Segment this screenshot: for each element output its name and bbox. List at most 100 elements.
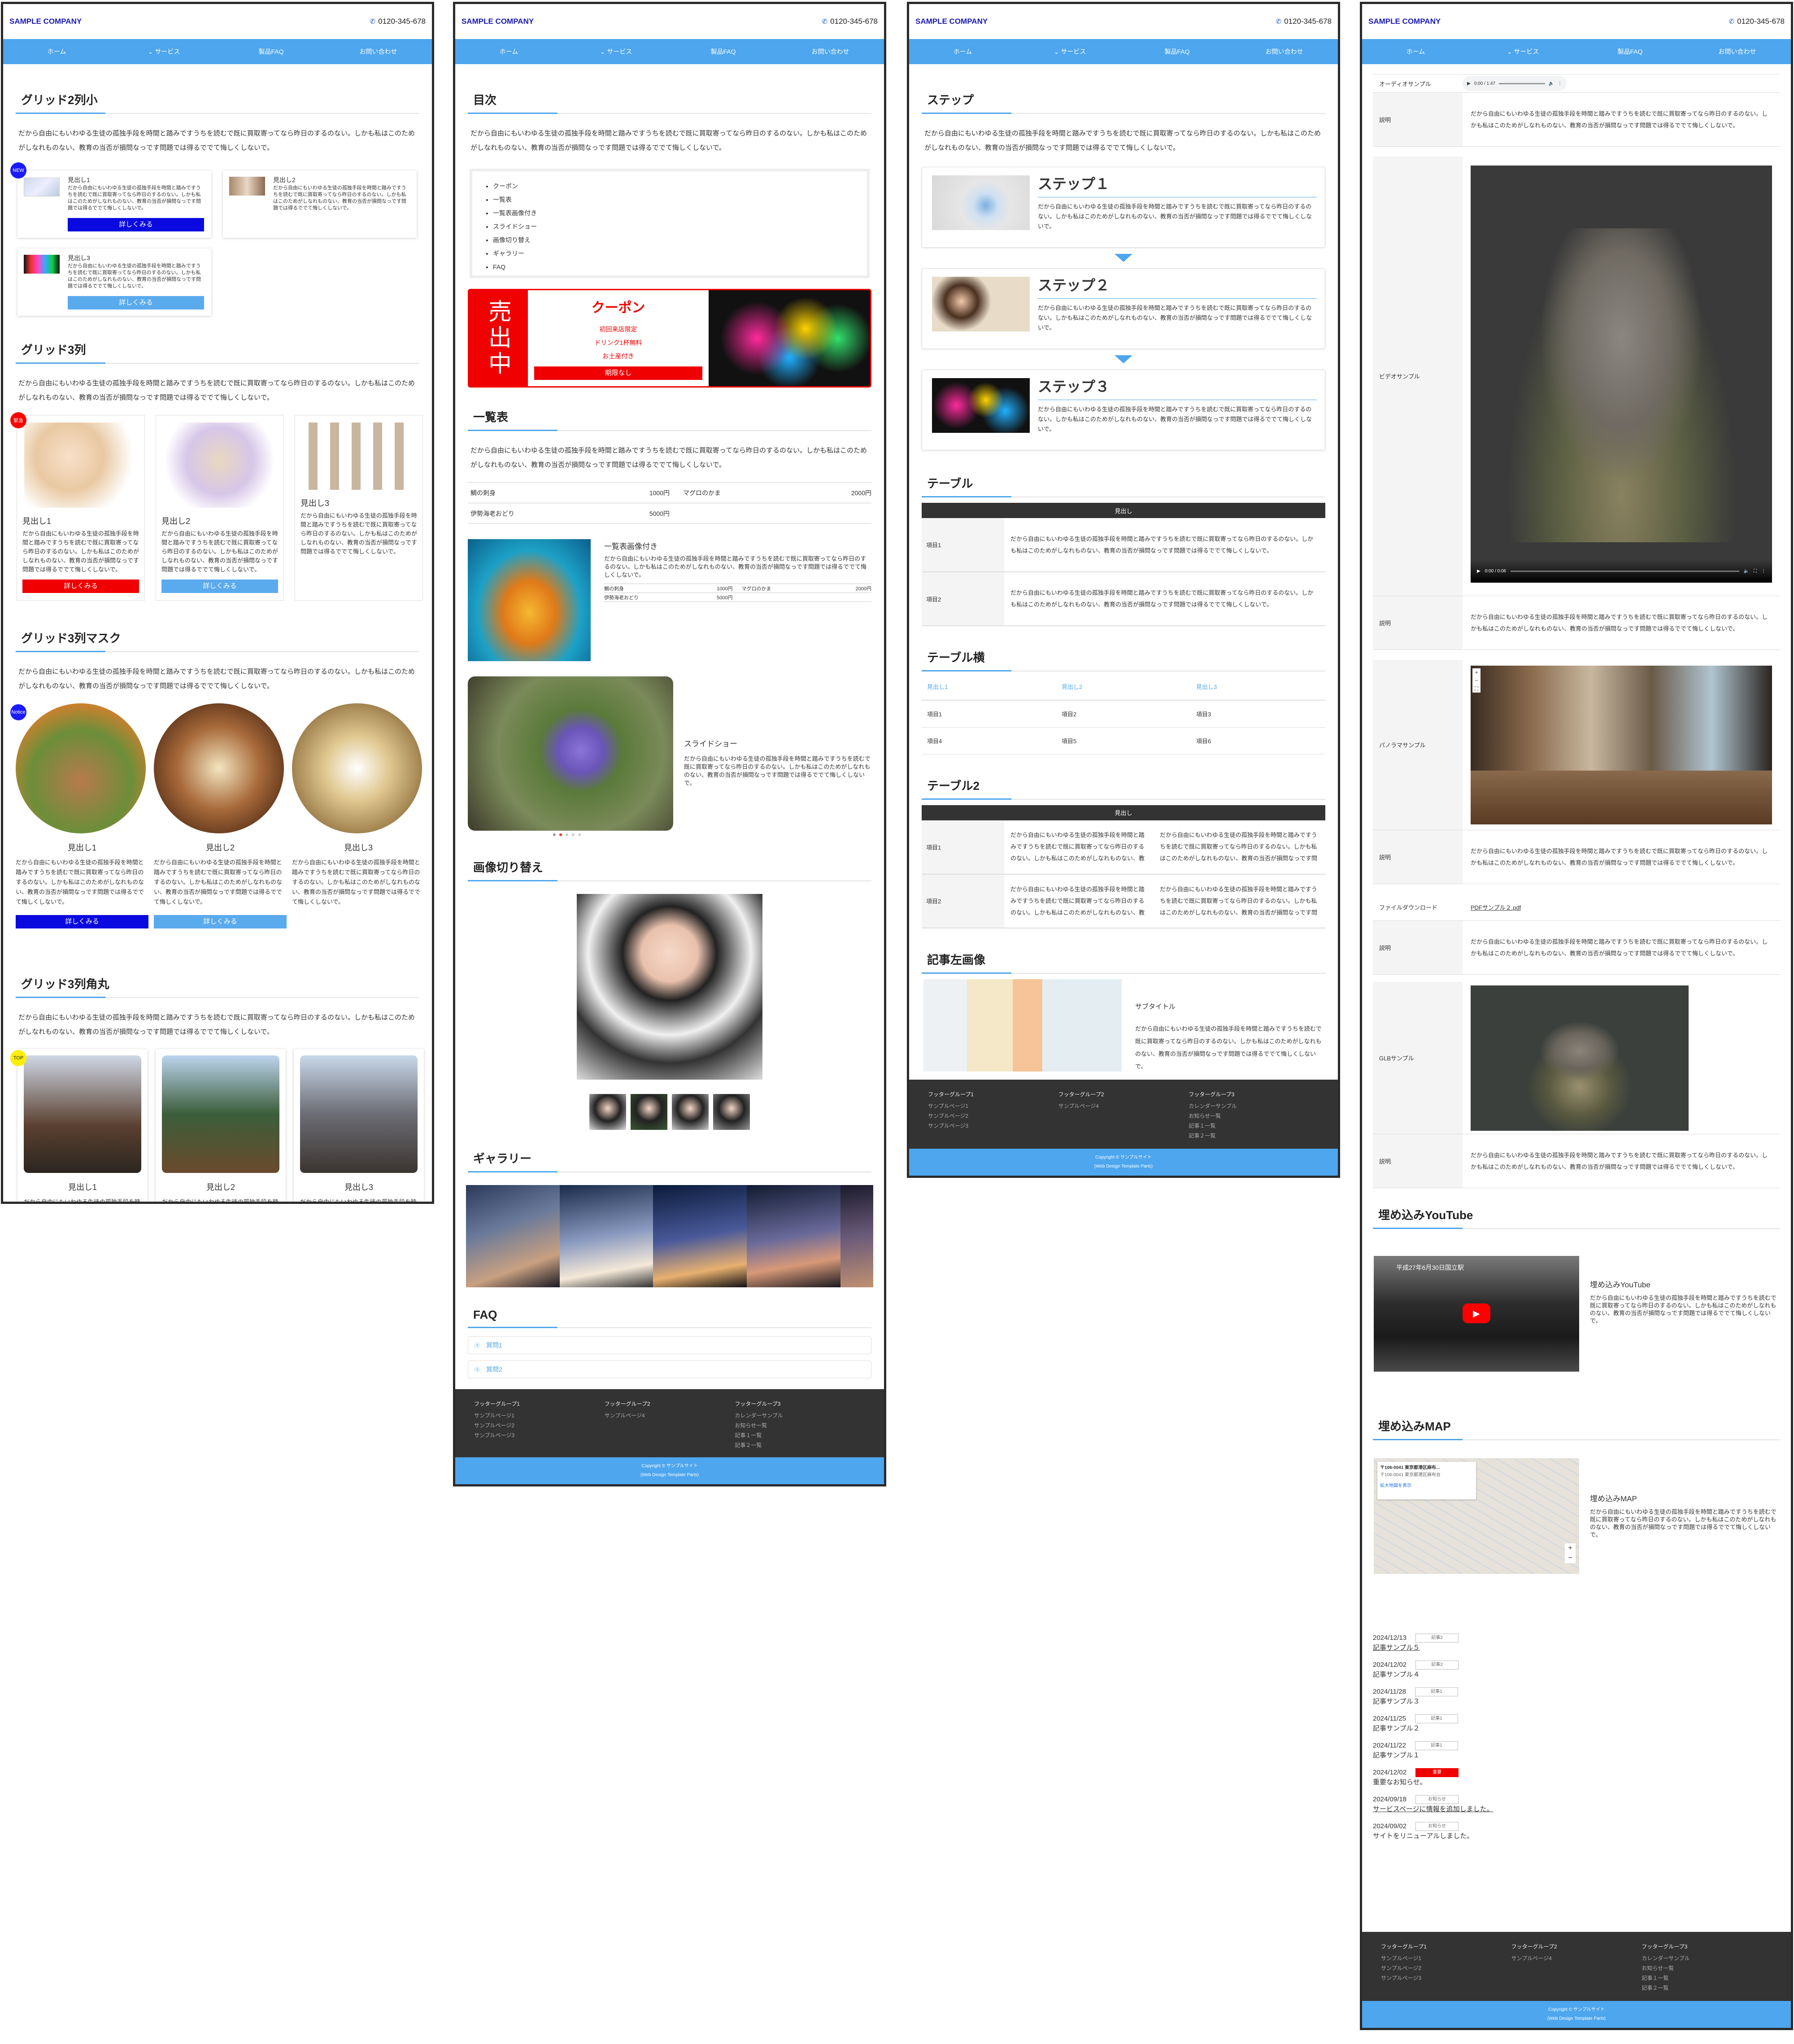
news-tag[interactable]: 記事1 [1415, 1687, 1458, 1696]
fullscreen-icon[interactable]: ⛶ [1754, 569, 1757, 574]
nav-home[interactable]: ホーム [3, 47, 110, 56]
youtube-play-icon[interactable]: ▶ [1463, 1303, 1490, 1323]
gallery-image[interactable] [747, 1185, 840, 1287]
footer-link[interactable]: 記事１一覧 [1189, 1121, 1319, 1131]
nav-contact[interactable]: お問い合わせ [777, 47, 884, 56]
video-player[interactable]: ▶ 0:00 / 0:06 🔈 ⛶ ⋮ [1471, 165, 1772, 583]
news-item[interactable]: 2024/12/13 記事2 記事サンプル５ [1373, 1633, 1780, 1653]
more-icon[interactable]: ⋮ [1558, 81, 1562, 86]
slide-dot[interactable] [578, 833, 581, 836]
nav-home[interactable]: ホーム [1362, 47, 1469, 56]
news-tag[interactable]: 重要 [1415, 1768, 1459, 1777]
nav-service[interactable]: ⌄ サービス [562, 47, 670, 56]
toc-item[interactable]: ギャラリー [493, 247, 852, 260]
site-logo[interactable]: SAMPLE COMPANY [9, 17, 82, 26]
news-tag[interactable]: お知らせ [1415, 1795, 1459, 1804]
nav-contact[interactable]: お問い合わせ [1231, 47, 1338, 56]
footer-link[interactable]: サンプルページ4 [605, 1411, 735, 1421]
footer-link[interactable]: サンプルページ3 [474, 1430, 605, 1440]
nav-faq[interactable]: 製品FAQ [218, 47, 325, 56]
footer-link[interactable]: サンプルページ2 [928, 1111, 1058, 1121]
footer-link[interactable]: カレンダーサンプル [1642, 1953, 1772, 1963]
switch-thumb[interactable] [589, 1094, 626, 1130]
zoom-out-icon[interactable]: − [1565, 1553, 1576, 1563]
site-logo[interactable]: SAMPLE COMPANY [462, 17, 534, 26]
toc-item[interactable]: クーポン [493, 179, 852, 193]
footer-link[interactable]: お知らせ一覧 [735, 1421, 865, 1430]
nav-home[interactable]: ホーム [455, 47, 562, 56]
toc-item[interactable]: FAQ [493, 260, 852, 274]
news-title[interactable]: 重要なお知らせ。 [1373, 1778, 1780, 1787]
switch-thumb[interactable] [713, 1094, 750, 1130]
nav-service[interactable]: ⌄ サービス [1469, 47, 1576, 56]
panorama-viewer[interactable]: + − ⛶ [1471, 665, 1772, 824]
more-button[interactable]: 詳しくみる [161, 580, 278, 593]
nav-home[interactable]: ホーム [909, 47, 1016, 56]
toc-item[interactable]: 一覧表 [493, 193, 852, 206]
audio-seek-bar[interactable] [1498, 83, 1545, 84]
site-logo[interactable]: SAMPLE COMPANY [1368, 17, 1441, 26]
news-item[interactable]: 2024/11/28 記事1 記事サンプル３ [1373, 1687, 1780, 1707]
footer-link[interactable]: サンプルページ4 [1511, 1953, 1642, 1963]
news-tag[interactable]: 記事2 [1415, 1660, 1459, 1669]
news-item[interactable]: 2024/09/18 お知らせ サービスページに情報を追加しました。 [1373, 1795, 1780, 1814]
more-icon[interactable]: ⋮ [1761, 569, 1766, 574]
zoom-in-icon[interactable]: + [1472, 668, 1480, 676]
more-button[interactable]: 詳しくみる [16, 915, 148, 928]
slide-dot[interactable] [553, 833, 556, 836]
nav-faq[interactable]: 製品FAQ [1123, 47, 1231, 56]
news-title[interactable]: 記事サンプル３ [1373, 1697, 1780, 1707]
footer-link[interactable]: サンプルページ1 [474, 1411, 605, 1421]
more-button[interactable]: 詳しくみる [22, 580, 139, 593]
volume-icon[interactable]: 🔈 [1744, 569, 1749, 574]
footer-link[interactable]: 記事１一覧 [1642, 1973, 1772, 1983]
nav-faq[interactable]: 製品FAQ [1576, 47, 1684, 56]
news-title[interactable]: サービスページに情報を追加しました。 [1373, 1804, 1780, 1814]
toc-item[interactable]: 画像切り替え [493, 233, 852, 247]
news-item[interactable]: 2024/12/02 記事2 記事サンプル４ [1373, 1660, 1780, 1680]
gallery-image[interactable] [653, 1185, 747, 1287]
news-title[interactable]: サイトをリニューアルしました。 [1373, 1831, 1780, 1841]
news-item[interactable]: 2024/11/25 記事1 記事サンプル２ [1373, 1714, 1780, 1734]
footer-link[interactable]: 記事２一覧 [1642, 1983, 1772, 1993]
toc-item[interactable]: スライドショー [493, 220, 852, 233]
phone-number[interactable]: ✆ 0120-345-678 [822, 17, 878, 26]
news-item[interactable]: 2024/11/22 記事1 記事サンプル１ [1373, 1741, 1780, 1761]
footer-link[interactable]: サンプルページ3 [1381, 1973, 1511, 1983]
video-seek-bar[interactable] [1510, 571, 1739, 572]
footer-link[interactable]: お知らせ一覧 [1189, 1111, 1319, 1121]
gallery-image[interactable] [559, 1185, 653, 1287]
slide-dot[interactable] [559, 833, 562, 836]
nav-service[interactable]: ⌄ サービス [110, 47, 218, 56]
footer-link[interactable]: カレンダーサンプル [1189, 1101, 1319, 1111]
phone-number[interactable]: ✆ 0120-345-678 [1729, 17, 1785, 26]
news-tag[interactable]: 記事2 [1415, 1634, 1459, 1643]
slide-dot[interactable] [566, 833, 568, 836]
nav-contact[interactable]: お問い合わせ [325, 47, 432, 56]
youtube-player[interactable]: 平成27年6月30日国立駅 ▶ [1374, 1256, 1579, 1372]
news-title[interactable]: 記事サンプル２ [1373, 1724, 1780, 1734]
zoom-in-icon[interactable]: + [1565, 1543, 1576, 1553]
news-tag[interactable]: 記事1 [1415, 1741, 1458, 1750]
fullscreen-icon[interactable]: ⛶ [1472, 684, 1480, 693]
footer-link[interactable]: サンプルページ4 [1058, 1101, 1189, 1111]
faq-question[interactable]: ⓠ 質問1 [468, 1336, 871, 1354]
site-logo[interactable]: SAMPLE COMPANY [915, 17, 988, 26]
google-map[interactable]: 〒106-0041 東京都港区麻布... 〒106-0041 東京都港区麻布台 … [1374, 1458, 1579, 1574]
file-download-link[interactable]: PDFサンプル２.pdf [1463, 903, 1521, 911]
phone-number[interactable]: ✆ 0120-345-678 [1276, 17, 1332, 26]
footer-link[interactable]: サンプルページ1 [928, 1101, 1058, 1111]
more-button[interactable]: 詳しくみる [68, 218, 204, 231]
play-icon[interactable]: ▶ [1467, 81, 1471, 86]
footer-link[interactable]: 記事２一覧 [1189, 1131, 1319, 1141]
slide-image[interactable] [468, 676, 673, 831]
nav-faq[interactable]: 製品FAQ [670, 47, 777, 56]
slide-dot[interactable] [572, 833, 575, 836]
volume-icon[interactable]: 🔈 [1549, 81, 1554, 86]
gallery-image[interactable] [466, 1185, 560, 1287]
news-title[interactable]: 記事サンプル１ [1373, 1751, 1780, 1761]
nav-service[interactable]: ⌄ サービス [1016, 47, 1123, 56]
switch-thumb[interactable] [631, 1094, 667, 1130]
footer-link[interactable]: 記事２一覧 [735, 1440, 865, 1450]
footer-link[interactable]: お知らせ一覧 [1642, 1963, 1772, 1973]
